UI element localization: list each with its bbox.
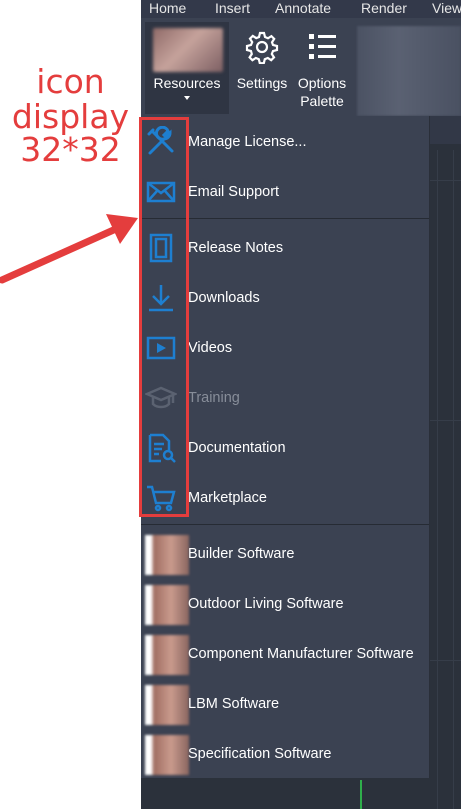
drawing-grid-line <box>453 150 454 809</box>
annotation-text-line: 32*32 <box>20 130 121 169</box>
drawing-grid-line <box>437 150 438 809</box>
annotation-arrow-icon <box>0 214 138 284</box>
product-logo <box>145 535 189 575</box>
drawing-canvas-bottom <box>141 778 429 809</box>
annotation-text-line: icon <box>36 62 105 101</box>
tab-view[interactable]: View <box>432 0 461 16</box>
menu-separator <box>141 524 429 525</box>
drawing-grid-line <box>429 420 461 421</box>
menu-item-label: Videos <box>188 340 233 356</box>
tab-render[interactable]: Render <box>361 0 407 16</box>
menu-item-builder-software[interactable]: Builder Software <box>141 529 429 579</box>
tab-annotate[interactable]: Annotate <box>275 0 331 16</box>
options-palette-label-line1: Options <box>297 75 347 91</box>
annotation-highlight-box <box>139 117 189 517</box>
menu-item-label: Documentation <box>188 440 286 456</box>
drawing-grid-line <box>429 180 461 181</box>
settings-button[interactable]: Settings <box>233 26 291 96</box>
menu-item-component-manufacturer-software[interactable]: Component Manufacturer Software <box>141 629 429 679</box>
product-logo <box>145 635 189 675</box>
gear-icon <box>245 31 279 64</box>
resources-label: Resources <box>153 75 221 91</box>
menu-item-label: Outdoor Living Software <box>188 596 344 612</box>
menu-item-specification-software[interactable]: Specification Software <box>141 729 429 779</box>
menu-item-label: Release Notes <box>188 240 284 256</box>
settings-label: Settings <box>236 75 288 91</box>
menu-item-label: Specification Software <box>188 746 332 762</box>
ribbon-blurred-area <box>357 26 461 116</box>
resources-thumbnail <box>153 28 223 72</box>
resources-button[interactable]: Resources <box>145 22 229 114</box>
ribbon-tab-bar: Home Insert Annotate Render View <box>141 0 461 18</box>
menu-item-label: LBM Software <box>188 696 280 712</box>
menu-item-lbm-software[interactable]: LBM Software <box>141 679 429 729</box>
document-tab-strip <box>429 116 461 144</box>
drawing-grid-line <box>429 660 461 661</box>
tab-home[interactable]: Home <box>149 0 186 16</box>
product-logo <box>145 685 189 725</box>
tab-insert[interactable]: Insert <box>215 0 250 16</box>
product-logo <box>145 585 189 625</box>
menu-item-label: Email Support <box>188 184 280 200</box>
menu-item-label: Component Manufacturer Software <box>188 646 414 662</box>
options-palette-label-line2: Palette <box>300 93 344 109</box>
menu-item-label: Manage License... <box>188 134 307 150</box>
y-axis-line <box>360 780 362 809</box>
menu-item-label: Builder Software <box>188 546 295 562</box>
menu-item-label: Training <box>188 390 240 406</box>
options-palette-button[interactable]: Options Palette <box>291 26 353 114</box>
menu-item-label: Downloads <box>188 290 260 306</box>
menu-item-outdoor-living-software[interactable]: Outdoor Living Software <box>141 579 429 629</box>
list-icon <box>309 34 336 59</box>
product-logo <box>145 735 189 775</box>
menu-item-label: Marketplace <box>188 490 267 506</box>
chevron-down-icon <box>184 96 190 100</box>
